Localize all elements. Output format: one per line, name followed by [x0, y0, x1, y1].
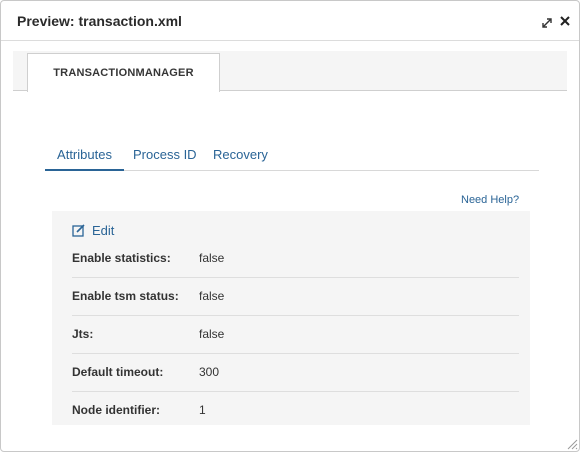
tab-attributes[interactable]: Attributes	[45, 139, 124, 171]
maximize-icon[interactable]	[541, 17, 553, 29]
tab-process-id[interactable]: Process ID	[133, 139, 197, 171]
attribute-tabs: Attributes Process ID Recovery	[45, 139, 539, 171]
resize-grip-icon[interactable]	[566, 438, 578, 450]
attribute-value: 300	[199, 365, 220, 379]
outer-tab-bar: TRANSACTIONMANAGER	[13, 51, 567, 92]
preview-window: Preview: transaction.xml TRANSACTIONMANA…	[0, 0, 580, 452]
attribute-row-node-identifier: Node identifier: 1	[72, 392, 519, 430]
attribute-row-default-timeout: Default timeout: 300	[72, 354, 519, 392]
attribute-row-enable-statistics: Enable statistics: false	[72, 240, 519, 278]
tab-recovery[interactable]: Recovery	[213, 139, 268, 171]
attribute-label: Enable statistics:	[72, 251, 171, 265]
window-title: Preview: transaction.xml	[17, 13, 182, 29]
close-icon[interactable]	[559, 15, 571, 27]
attribute-value: false	[199, 251, 225, 265]
attribute-label: Default timeout:	[72, 365, 164, 379]
attribute-value: false	[199, 289, 225, 303]
attributes-panel: Edit Enable statistics: false Enable tsm…	[52, 211, 530, 425]
attribute-label: Node identifier:	[72, 403, 161, 417]
attribute-value: false	[199, 327, 225, 341]
attribute-row-enable-tsm-status: Enable tsm status: false	[72, 278, 519, 316]
attribute-label: Enable tsm status:	[72, 289, 179, 303]
attribute-value: 1	[199, 403, 206, 417]
tab-transactionmanager[interactable]: TRANSACTIONMANAGER	[27, 53, 220, 92]
attribute-row-jts: Jts: false	[72, 316, 519, 354]
window-titlebar: Preview: transaction.xml	[1, 1, 579, 41]
edit-icon	[72, 223, 85, 237]
edit-button[interactable]: Edit	[72, 222, 114, 238]
need-help-link[interactable]: Need Help?	[461, 194, 519, 206]
attribute-label: Jts:	[72, 327, 94, 341]
edit-label: Edit	[92, 222, 115, 238]
